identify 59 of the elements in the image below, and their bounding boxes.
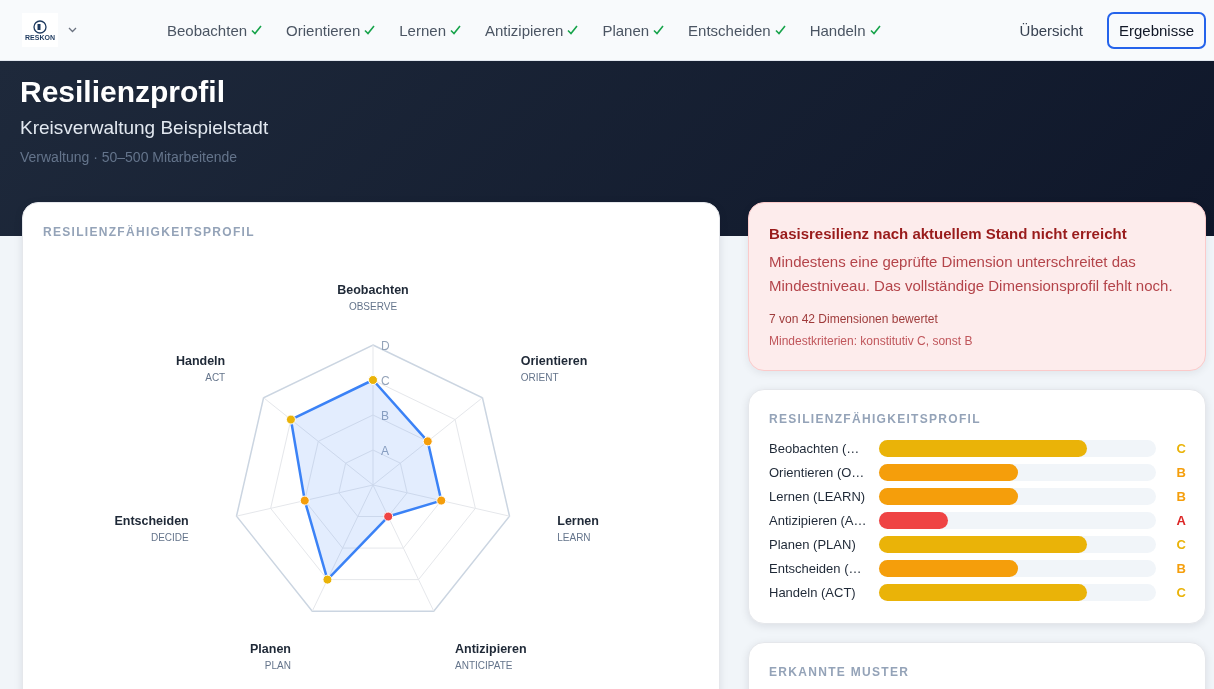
step-link[interactable]: Handeln (809, 21, 881, 39)
card-title: RESILIENZFÄHIGKEITSPROFIL (769, 412, 982, 426)
axis-label: Entscheiden (114, 514, 189, 529)
page-title: Resilienzprofil (20, 75, 227, 109)
step-link[interactable]: Lernen (399, 21, 461, 39)
axis-label: Planen (250, 642, 291, 657)
data-point (422, 436, 433, 447)
axis-label: Handeln (175, 354, 226, 369)
step-link[interactable]: Orientieren (286, 21, 376, 39)
step-link[interactable]: Entscheiden (688, 21, 786, 39)
grade: B (1175, 489, 1186, 504)
axis-code: ORIENT (520, 372, 559, 384)
step-link[interactable]: Antizipieren (485, 21, 579, 39)
grade: C (1175, 585, 1186, 600)
chevron-down-icon[interactable] (68, 27, 77, 33)
dimension-label: Beobachten (… (769, 441, 861, 456)
data-point (368, 375, 378, 385)
organization-name: Kreisverwaltung Beispielstadt (20, 117, 270, 139)
axis-code: OBSERVE (348, 301, 398, 312)
data-point (322, 574, 333, 585)
grade: C (1175, 441, 1186, 456)
dimension-label: Antizipieren (A… (769, 513, 868, 528)
data-point (299, 495, 310, 506)
axis-label: Beobachten (337, 283, 409, 297)
grade: A (1175, 513, 1186, 528)
grade: B (1175, 561, 1186, 576)
axis-code: ACT (205, 372, 226, 384)
step-link[interactable]: Planen (602, 21, 665, 39)
alert-message: Mindestens eine geprüfte Dimension unterschreitet das Mindestniveau. Das vollständige Dimensionsprofil fehlt noch. (769, 252, 1174, 296)
tick-label: A (381, 444, 389, 458)
card-title: ERKANNTE MUSTER (769, 665, 911, 679)
criteria-text: Mindestkriterien: konstitutiv C, sonst B (769, 334, 974, 348)
data-point (285, 414, 296, 425)
dimension-label: Lernen (LEARN) (769, 489, 867, 504)
dimension-label: Handeln (ACT) (769, 585, 857, 600)
organization-meta: Verwaltung · 50–500 Mitarbeitende (20, 149, 239, 165)
axis-code: DECIDE (150, 532, 189, 544)
dimension-label: Orientieren (O… (769, 465, 866, 480)
data-point (436, 495, 447, 506)
axis-label: Antizipieren (455, 642, 527, 657)
axis-code: PLAN (264, 660, 291, 672)
data-point (383, 511, 394, 522)
axis-code: LEARN (557, 532, 591, 544)
tick-label: C (381, 374, 390, 388)
axis-label: Lernen (557, 514, 599, 529)
alert-title: Basisresilienz nach aktuellem Stand nicht erreicht (769, 225, 1128, 242)
tick-label: B (381, 409, 389, 423)
axis-label: Orientieren (520, 354, 588, 369)
view-button[interactable]: Ergebnisse (1106, 11, 1206, 49)
card-title: RESILIENZFÄHIGKEITSPROFIL (43, 225, 256, 239)
view-button[interactable]: Übersicht (1007, 11, 1095, 49)
dimension-label: Planen (PLAN) (769, 537, 857, 552)
progress-text: 7 von 42 Dimensionen bewertet (769, 312, 939, 326)
grade: B (1175, 465, 1186, 480)
axis-code: ANTICIPATE (455, 660, 513, 672)
dimension-label: Entscheiden (… (769, 561, 863, 576)
step-link[interactable]: Beobachten (167, 21, 263, 39)
grade: C (1175, 537, 1186, 552)
tick-label: D (381, 339, 390, 353)
